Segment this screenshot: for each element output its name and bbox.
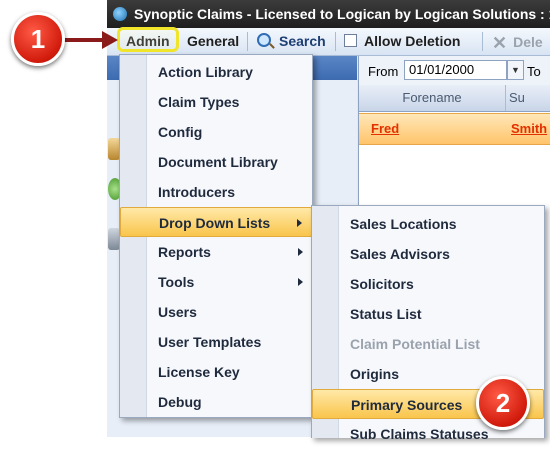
toolbar-separator [482, 32, 483, 51]
menu-item-label: Tools [158, 274, 195, 290]
menu-item-label: Origins [350, 366, 400, 382]
menu-item-label: Introducers [158, 184, 236, 200]
chevron-down-icon[interactable]: ▼ [507, 60, 524, 80]
menu-item-user-templates[interactable]: User Templates [120, 327, 312, 357]
from-date-input[interactable]: 01/01/2000 [404, 60, 507, 80]
menu-item-config[interactable]: Config [120, 117, 312, 147]
submenu-arrow-icon [298, 248, 303, 256]
toolbar-separator [335, 32, 336, 51]
menu-item-label: Reports [158, 244, 211, 260]
allow-deletion-label: Allow Deletion [364, 33, 461, 49]
menu-item-label: User Templates [158, 334, 262, 350]
toolbar-separator [247, 32, 248, 51]
surname-cell[interactable]: Smith [511, 121, 547, 136]
search-button[interactable]: Search [257, 33, 326, 49]
menu-item-label: Document Library [158, 154, 278, 170]
menu-item-label: Sales Advisors [350, 246, 450, 262]
menu-item-drop-down-lists[interactable]: Drop Down Lists [120, 207, 312, 237]
column-header-forename[interactable]: Forename [359, 85, 506, 111]
menu-item-claim-potential-list: Claim Potential List [312, 329, 544, 359]
menu-item-tools[interactable]: Tools [120, 267, 312, 297]
allow-deletion-checkbox[interactable]: Allow Deletion [344, 33, 460, 49]
menu-item-label: Claim Types [158, 94, 240, 110]
menu-item-sales-locations[interactable]: Sales Locations [312, 209, 544, 239]
search-icon [257, 33, 271, 47]
menu-item-users[interactable]: Users [120, 297, 312, 327]
app-icon [113, 7, 127, 21]
admin-dropdown-menu: Action Library Claim Types Config Docume… [119, 54, 313, 418]
table-row[interactable]: Fred Smith [359, 113, 550, 145]
menu-item-debug[interactable]: Debug [120, 387, 312, 417]
menu-item-label: Claim Potential List [350, 336, 480, 352]
menu-item-license-key[interactable]: License Key [120, 357, 312, 387]
window-title: Synoptic Claims - Licensed to Logican by… [134, 6, 550, 22]
delete-icon: ✕ [492, 33, 508, 53]
menu-item-label: Action Library [158, 64, 253, 80]
menu-item-solicitors[interactable]: Solicitors [312, 269, 544, 299]
menu-item-label: Sales Locations [350, 216, 457, 232]
date-filter: From 01/01/2000 ▼ To [359, 56, 550, 85]
column-header-surname[interactable]: Su [509, 85, 525, 111]
menu-item-label: Config [158, 124, 203, 140]
menu-item-document-library[interactable]: Document Library [120, 147, 312, 177]
forename-cell[interactable]: Fred [371, 121, 399, 136]
from-label: From [368, 64, 399, 79]
menu-item-label: License Key [158, 364, 240, 380]
arrow-right-icon [62, 31, 118, 49]
menu-item-label: Status List [350, 306, 422, 322]
admin-highlight-box [117, 27, 179, 52]
submenu-arrow-icon [298, 278, 303, 286]
menu-item-claim-types[interactable]: Claim Types [120, 87, 312, 117]
to-label: To [527, 64, 541, 79]
menu-item-label: Debug [158, 394, 202, 410]
menu-item-introducers[interactable]: Introducers [120, 177, 312, 207]
step-badge-1: 1 [11, 12, 65, 66]
search-label: Search [279, 33, 326, 49]
menu-item-label: Users [158, 304, 197, 320]
step-badge-2: 2 [476, 376, 530, 430]
menu-item-label: Sub Claims Statuses [350, 426, 489, 442]
menu-item-sales-advisors[interactable]: Sales Advisors [312, 239, 544, 269]
menu-item-action-library[interactable]: Action Library [120, 57, 312, 87]
grid-header: Forename Su [359, 85, 550, 112]
checkbox-icon [344, 34, 357, 47]
menu-item-label: Primary Sources [351, 397, 463, 413]
menu-item-label: Solicitors [350, 276, 414, 292]
delete-label: Dele [513, 34, 543, 50]
delete-button[interactable]: ✕ Dele [492, 33, 543, 54]
general-menu[interactable]: General [187, 33, 239, 49]
menu-item-reports[interactable]: Reports [120, 237, 312, 267]
title-bar: Synoptic Claims - Licensed to Logican by… [107, 0, 550, 28]
menu-item-status-list[interactable]: Status List [312, 299, 544, 329]
menu-item-label: Drop Down Lists [159, 215, 271, 231]
submenu-arrow-icon [297, 219, 302, 227]
